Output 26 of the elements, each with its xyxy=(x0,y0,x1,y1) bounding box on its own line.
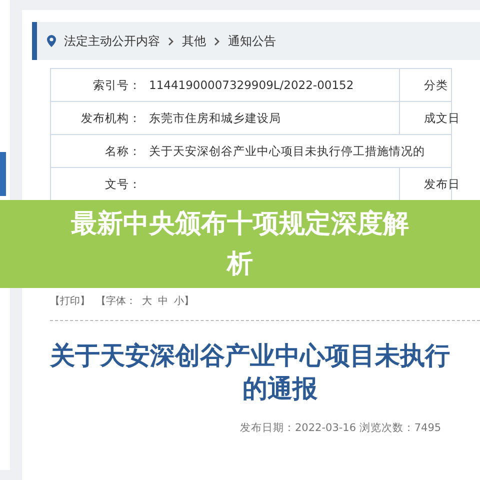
location-pin-icon xyxy=(47,35,56,47)
article-title: 关于天安深创谷产业中心项目未执行 xyxy=(50,340,451,372)
breadcrumb-link[interactable]: 其他 xyxy=(182,32,206,50)
chevron-icon xyxy=(214,36,220,46)
font-size-link[interactable]: 【字体： xyxy=(96,294,136,308)
print-link[interactable]: 【打印】 xyxy=(50,294,90,308)
field-value: 11441900007329909L/2022-00152 xyxy=(149,78,354,92)
headline-text: 最新中央颁布十项规定深度解析 xyxy=(70,208,410,281)
field-label: 分类 xyxy=(424,78,448,92)
field-label: 名称： xyxy=(104,142,142,160)
font-size-link[interactable]: 中 xyxy=(158,294,168,308)
field-value: 关于天安深创谷产业中心项目未执行停工措施情况的 xyxy=(149,144,425,158)
field-label: 发布日 xyxy=(424,176,460,192)
font-size-link[interactable]: 小】 xyxy=(174,294,194,308)
field-label: 发布机构： xyxy=(80,110,142,126)
breadcrumb-link[interactable]: 通知公告 xyxy=(228,32,276,50)
field-value: 东莞市住房和城乡建设局 xyxy=(149,110,281,126)
article-title: 的通报 xyxy=(242,373,318,405)
breadcrumb-link[interactable]: 法定主动公开内容 xyxy=(64,32,160,50)
font-size-link[interactable]: 大 xyxy=(142,294,152,308)
article-meta: 发布日期：2022-03-16 浏览次数：7495 xyxy=(240,421,442,435)
field-label: 文号： xyxy=(104,176,142,192)
field-label: 成文日 xyxy=(424,110,460,126)
chevron-icon xyxy=(168,36,174,46)
field-label: 索引号： xyxy=(92,76,142,94)
sidebar-tab[interactable] xyxy=(0,152,6,196)
